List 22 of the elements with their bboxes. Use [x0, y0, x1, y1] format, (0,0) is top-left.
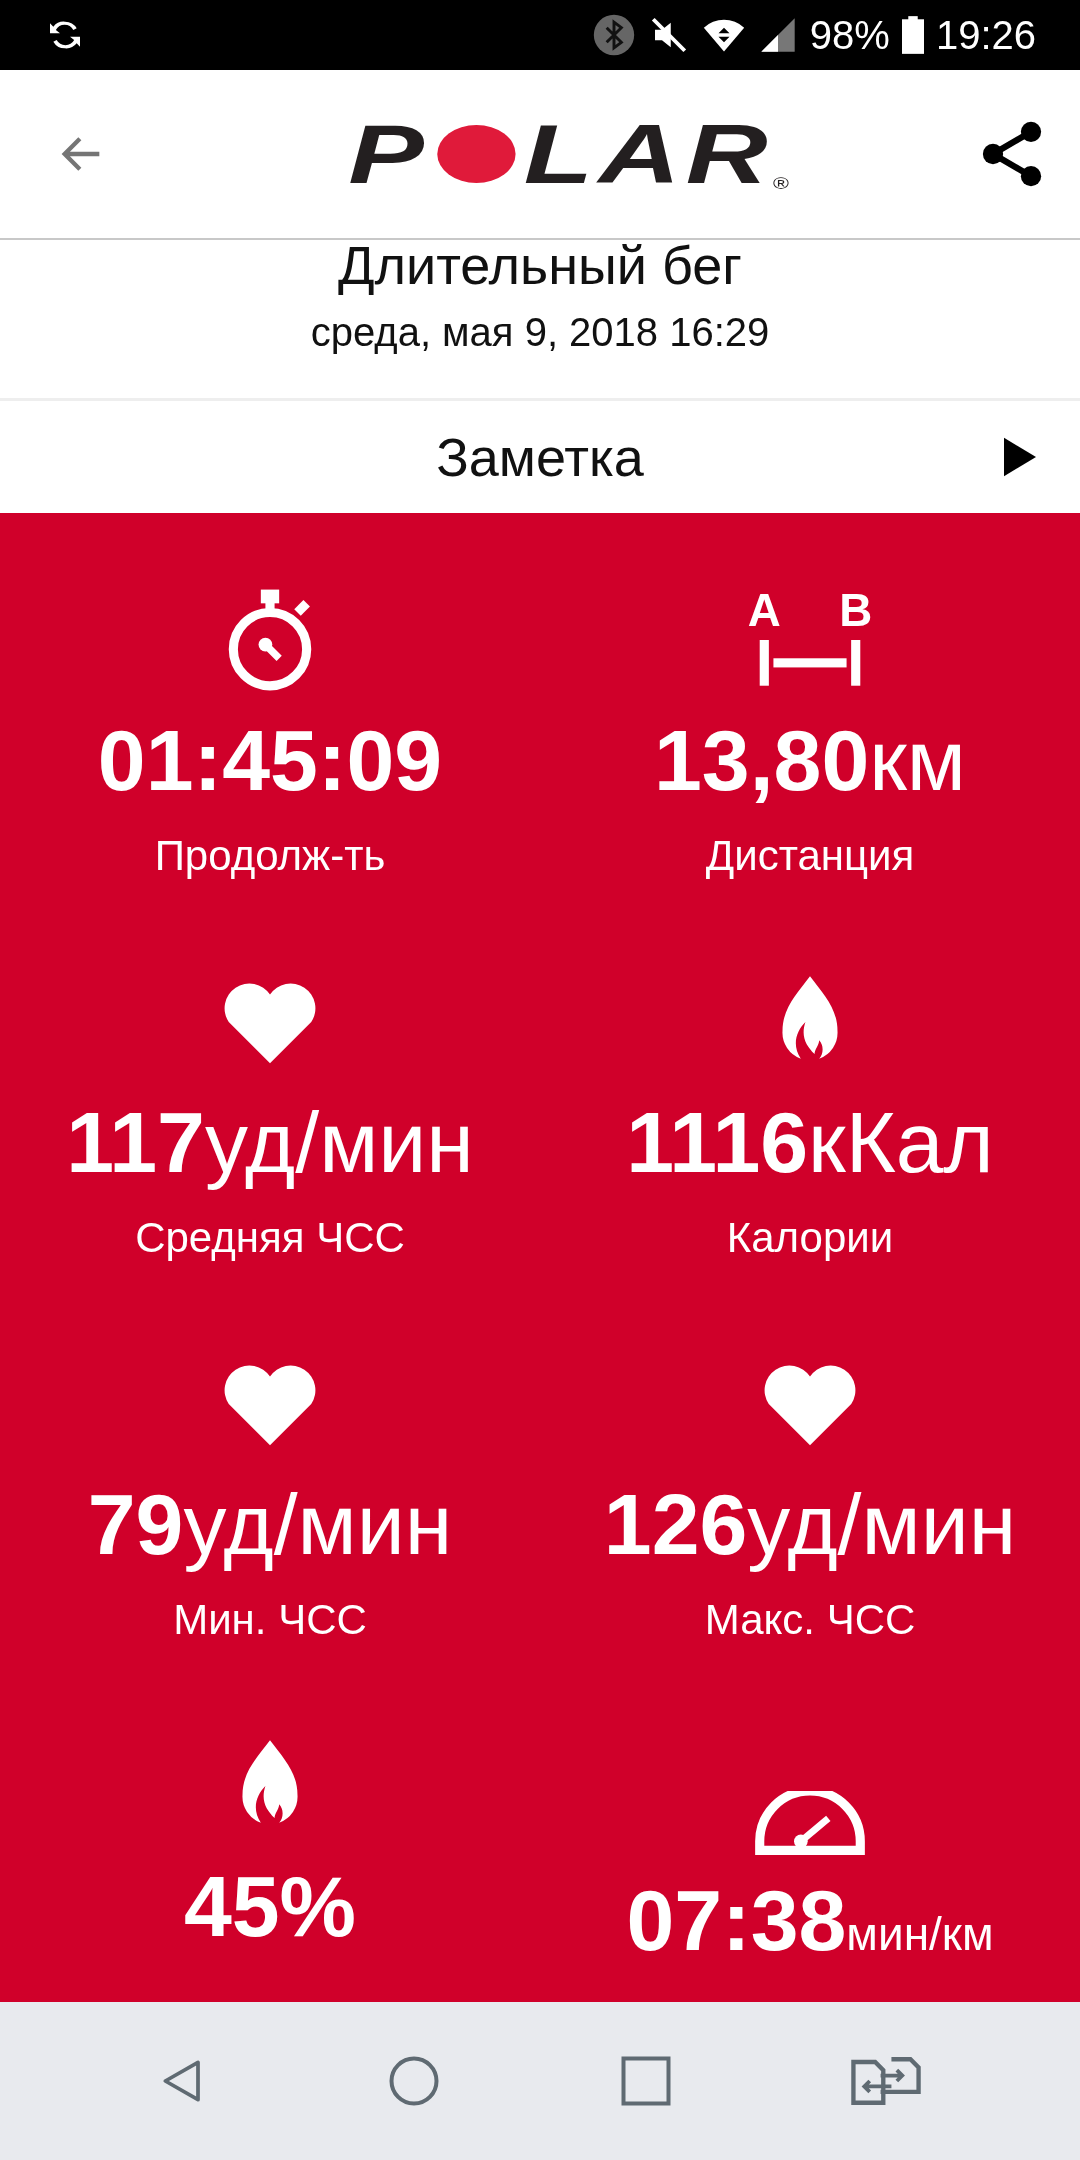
- stat-value: 1116кКал: [626, 1093, 994, 1192]
- workout-title: Длительный бег: [337, 234, 743, 296]
- workout-date: среда, мая 9, 2018 16:29: [310, 310, 770, 355]
- stat-value: 01:45:09: [97, 711, 443, 810]
- stat-label: Калории: [726, 1214, 894, 1262]
- clock: 19:26: [935, 12, 1036, 58]
- stat-value: 126уд/мин: [603, 1475, 1017, 1574]
- stat-value: 07:38мин/км: [626, 1871, 994, 1970]
- stat-value: 45%: [183, 1857, 357, 1956]
- stat-label: Макс. ЧСС: [704, 1596, 916, 1644]
- stat-label: Продолж-ть: [154, 832, 386, 880]
- stat-value: 13,80км: [654, 711, 966, 810]
- play-icon: [1004, 437, 1036, 477]
- stat-value: 117уд/мин: [66, 1093, 474, 1192]
- battery-icon: [901, 16, 924, 54]
- stat-label: Мин. ЧСС: [173, 1596, 367, 1644]
- stat-label: Средняя ЧСС: [135, 1214, 405, 1262]
- note-row[interactable]: Заметка: [0, 401, 1080, 513]
- stat-label: Дистанция: [705, 832, 915, 880]
- stat-value: 79уд/мин: [87, 1475, 453, 1574]
- bluetooth-icon: [591, 13, 636, 57]
- battery-percent: 98%: [809, 12, 890, 58]
